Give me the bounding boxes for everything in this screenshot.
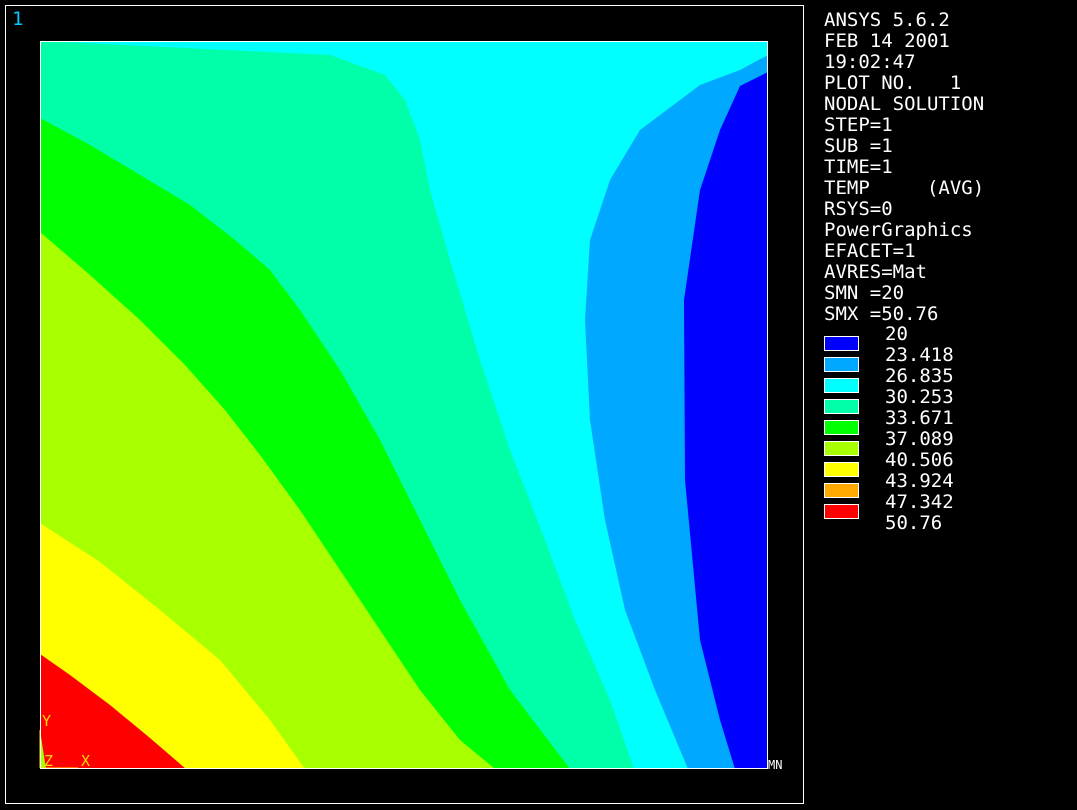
info-line-sim-time: TIME=1 — [824, 156, 893, 178]
legend-swatch — [824, 462, 859, 477]
legend-swatch — [824, 336, 859, 351]
info-line-rsys: RSYS=0 — [824, 198, 893, 220]
info-line-powergraphics: PowerGraphics — [824, 219, 973, 241]
legend-value: 33.671 — [885, 407, 954, 429]
info-line-time: 19:02:47 — [824, 51, 916, 73]
legend-swatch — [824, 378, 859, 393]
legend-value: 50.76 — [885, 512, 943, 534]
info-line-date: FEB 14 2001 — [824, 30, 950, 52]
info-line-version: ANSYS 5.6.2 — [824, 9, 950, 31]
info-line-efacet: EFACET=1 — [824, 240, 916, 262]
min-marker-label: MN — [768, 758, 783, 772]
info-line-avres: AVRES=Mat — [824, 261, 927, 283]
legend-value: 26.835 — [885, 365, 954, 387]
info-line-smn: SMN =20 — [824, 282, 905, 304]
legend-value: 47.342 — [885, 491, 954, 513]
legend-swatch — [824, 420, 859, 435]
info-line-temp: TEMP (AVG) — [824, 177, 985, 199]
legend-swatch — [824, 483, 859, 498]
contour-plot — [39, 41, 768, 769]
legend-value: 23.418 — [885, 344, 954, 366]
legend-value: 30.253 — [885, 386, 954, 408]
legend-value: 20 — [885, 323, 908, 345]
axis-label-y: Y — [42, 712, 52, 730]
axis-label-z: Z — [44, 752, 54, 770]
info-line-sub: SUB =1 — [824, 135, 893, 157]
plot-info-panel: ANSYS 5.6.2 FEB 14 2001 19:02:47 PLOT NO… — [824, 10, 984, 325]
legend-swatch — [824, 399, 859, 414]
info-line-plot-no: PLOT NO. 1 — [824, 72, 962, 94]
legend-value: 40.506 — [885, 449, 954, 471]
info-line-solution: NODAL SOLUTION — [824, 93, 985, 115]
legend-swatch — [824, 441, 859, 456]
legend-swatch — [824, 504, 859, 519]
info-line-step: STEP=1 — [824, 114, 893, 136]
info-line-smx: SMX =50.76 — [824, 303, 939, 325]
legend-value: 43.924 — [885, 470, 954, 492]
legend-value: 37.089 — [885, 428, 954, 450]
legend-swatch — [824, 357, 859, 372]
axis-label-x: X — [81, 752, 91, 770]
